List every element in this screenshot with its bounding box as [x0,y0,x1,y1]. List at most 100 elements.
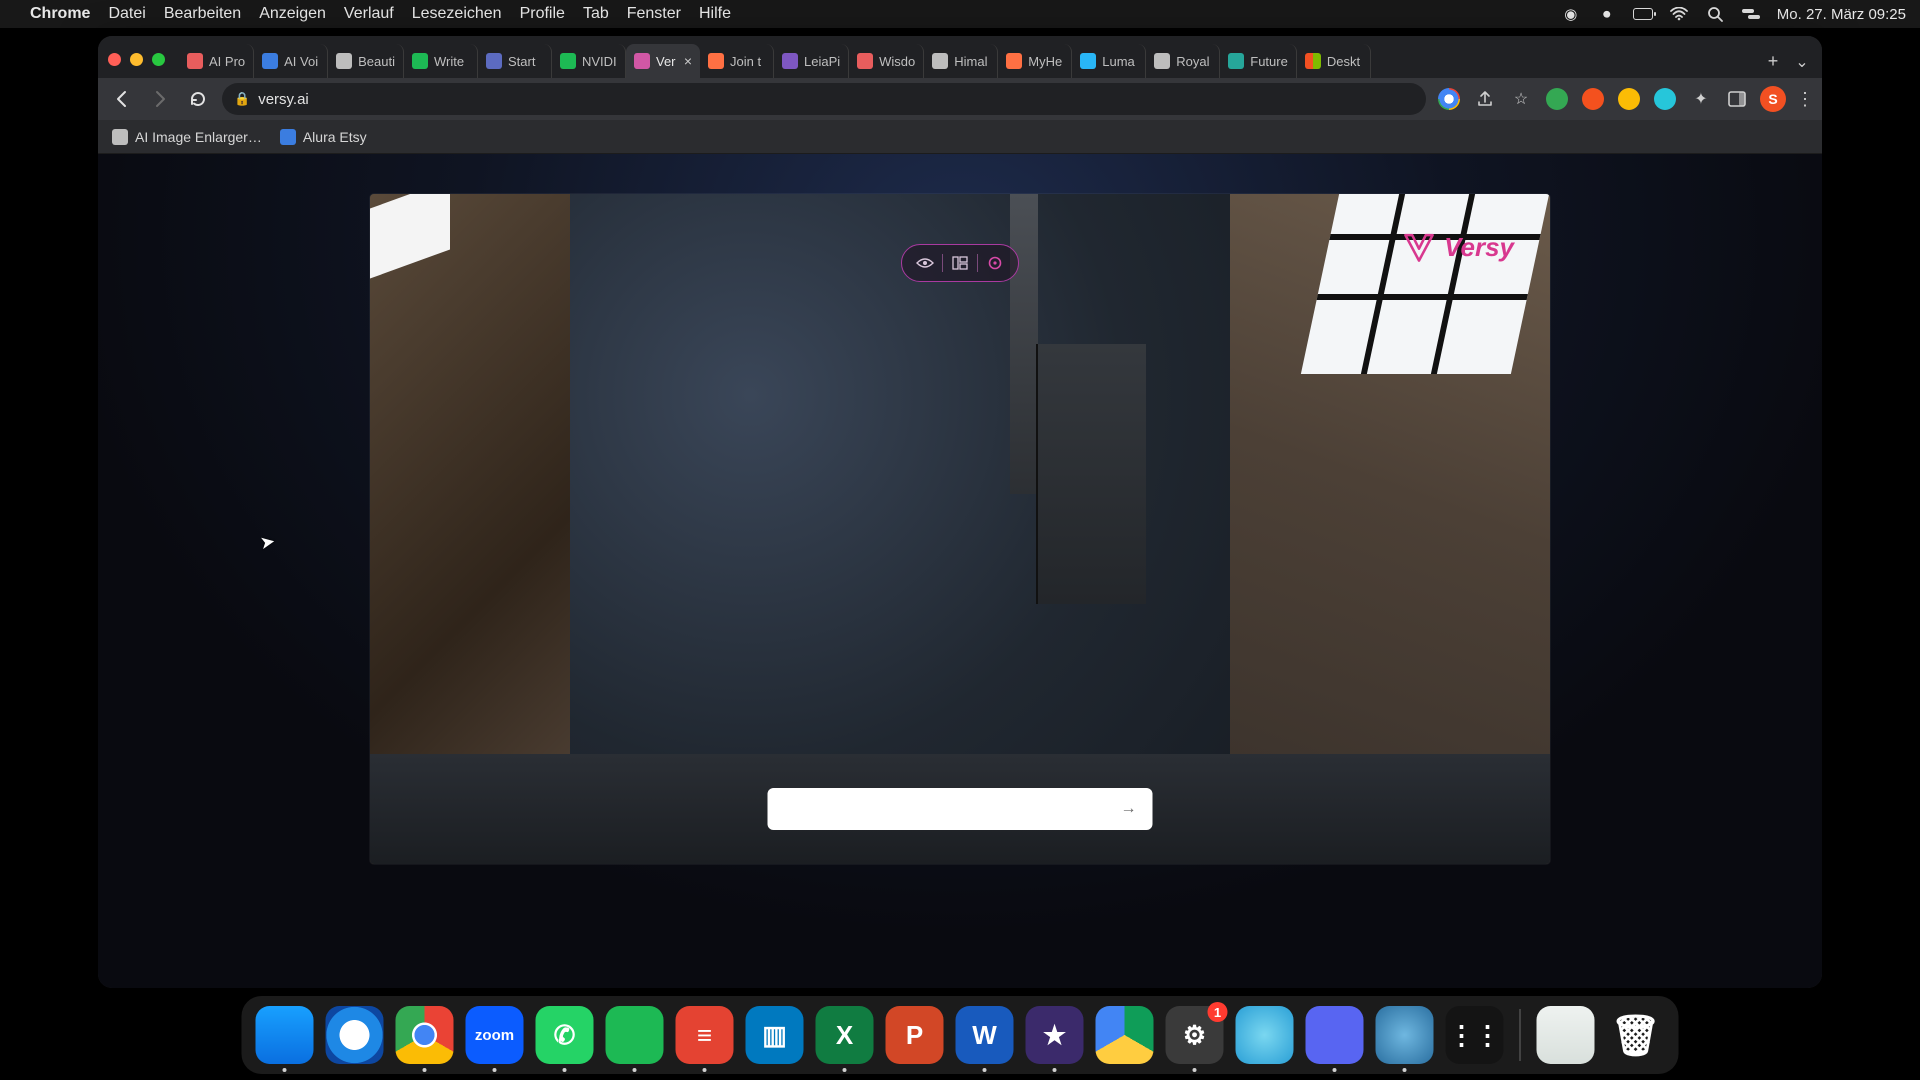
menu-tab[interactable]: Tab [583,5,609,23]
dock-app-drive[interactable] [1096,1006,1154,1064]
dock-app-whatsapp[interactable]: ✆ [536,1006,594,1064]
dock-app-word[interactable]: W [956,1006,1014,1064]
menu-profile[interactable]: Profile [520,5,565,23]
browser-tab[interactable]: Beauti [328,44,404,78]
dock-app-safari[interactable] [326,1006,384,1064]
menubar-datetime[interactable]: Mo. 27. März 09:25 [1777,6,1906,23]
prompt-bar[interactable]: → [768,788,1153,830]
window-minimize-button[interactable] [130,53,143,66]
browser-tab[interactable]: Wisdo [849,44,924,78]
dock-app-zoom[interactable]: zoom [466,1006,524,1064]
address-bar[interactable]: 🔒 versy.ai [222,83,1426,115]
dock-running-indicator [1193,1068,1197,1072]
record-status-icon[interactable]: ◉ [1561,5,1581,23]
tab-label: Beauti [358,54,395,69]
wifi-icon[interactable] [1669,5,1689,23]
chrome-menu-button[interactable]: ⋮ [1796,89,1812,110]
tab-favicon [1006,53,1022,69]
window-close-button[interactable] [108,53,121,66]
tab-favicon [708,53,724,69]
menu-datei[interactable]: Datei [108,5,145,23]
reload-button[interactable] [184,85,212,113]
dock-desktop-preview[interactable] [1537,1006,1595,1064]
menubar-app-name[interactable]: Chrome [30,5,90,23]
dock-app-siri[interactable] [1236,1006,1294,1064]
browser-tab[interactable]: NVIDI [552,44,626,78]
bookmarks-bar: AI Image Enlarger… Alura Etsy [98,120,1822,154]
prompt-submit-icon[interactable]: → [1121,800,1139,818]
browser-tab[interactable]: Himal [924,44,998,78]
extension-shield-icon[interactable] [1544,86,1570,112]
window-maximize-button[interactable] [152,53,165,66]
battery-status-icon[interactable] [1633,5,1653,23]
menu-fenster[interactable]: Fenster [627,5,681,23]
control-center-icon[interactable] [1741,5,1761,23]
browser-tab[interactable]: Start [478,44,552,78]
bookmark-ai-image-enlarger[interactable]: AI Image Enlarger… [112,129,262,145]
screen-record-icon[interactable]: ⏺ [1597,5,1617,23]
tab-favicon [1080,53,1096,69]
browser-tab[interactable]: LeiaPi [774,44,849,78]
browser-toolbar: 🔒 versy.ai ☆ ✦ S ⋮ [98,78,1822,120]
dock-app-chrome[interactable] [396,1006,454,1064]
url-text: versy.ai [258,91,309,108]
extension-yellow-icon[interactable] [1616,86,1642,112]
versy-3d-viewport[interactable]: Versy → [370,194,1550,864]
dock-app-discord[interactable] [1306,1006,1364,1064]
dock-running-indicator [843,1068,847,1072]
dock-app-quicktime[interactable] [1376,1006,1434,1064]
dock-app-imovie[interactable]: ★ [1026,1006,1084,1064]
browser-tab[interactable]: AI Pro [179,44,254,78]
dock-trash[interactable]: 🗑 [1607,1006,1665,1064]
sidepanel-icon[interactable] [1724,86,1750,112]
extensions-puzzle-icon[interactable]: ✦ [1688,86,1714,112]
tab-favicon [486,53,502,69]
dock-app-trello[interactable]: ▥ [746,1006,804,1064]
back-button[interactable] [108,85,136,113]
macos-dock: zoom✆ ≡▥XPW★ ⚙1 ⋮⋮ 🗑 [242,996,1679,1074]
viewer-layout-button[interactable] [943,249,977,277]
viewer-target-button[interactable] [978,249,1012,277]
menu-verlauf[interactable]: Verlauf [344,5,394,23]
browser-tab[interactable]: Ver× [626,44,700,78]
browser-tab[interactable]: Royal [1146,44,1220,78]
dock-running-indicator [983,1068,987,1072]
browser-tab[interactable]: Deskt [1297,44,1371,78]
dock-badge: 1 [1208,1002,1228,1022]
share-icon[interactable] [1472,86,1498,112]
browser-tab[interactable]: AI Voi [254,44,328,78]
bookmark-star-icon[interactable]: ☆ [1508,86,1534,112]
dock-app-spotify[interactable] [606,1006,664,1064]
dock-app-powerpoint[interactable]: P [886,1006,944,1064]
viewer-eye-button[interactable] [908,249,942,277]
profile-avatar[interactable]: S [1760,86,1786,112]
dock-running-indicator [1333,1068,1337,1072]
dock-app-todoist[interactable]: ≡ [676,1006,734,1064]
menu-hilfe[interactable]: Hilfe [699,5,731,23]
dock-running-indicator [423,1068,427,1072]
tab-favicon [1228,53,1244,69]
dock-app-voice-memos[interactable]: ⋮⋮ [1446,1006,1504,1064]
tab-label: Royal [1176,54,1211,69]
browser-tab[interactable]: Luma [1072,44,1146,78]
browser-tab[interactable]: Join t [700,44,774,78]
browser-tab[interactable]: Future [1220,44,1297,78]
menu-bearbeiten[interactable]: Bearbeiten [164,5,241,23]
prompt-input[interactable] [782,801,1121,818]
tab-close-icon[interactable]: × [684,53,692,69]
extension-orange-icon[interactable] [1580,86,1606,112]
dock-app-excel[interactable]: X [816,1006,874,1064]
google-lens-icon[interactable] [1436,86,1462,112]
menu-lesezeichen[interactable]: Lesezeichen [412,5,502,23]
dock-app-settings[interactable]: ⚙1 [1166,1006,1224,1064]
menu-anzeigen[interactable]: Anzeigen [259,5,326,23]
dock-app-finder[interactable] [256,1006,314,1064]
browser-tab[interactable]: MyHe [998,44,1072,78]
bookmark-alura-etsy[interactable]: Alura Etsy [280,129,367,145]
browser-tab[interactable]: Write [404,44,478,78]
tab-overflow-button[interactable]: ⌄ [1788,52,1816,72]
extension-teal-icon[interactable] [1652,86,1678,112]
forward-button[interactable] [146,85,174,113]
new-tab-button[interactable]: + [1758,46,1788,76]
spotlight-icon[interactable] [1705,5,1725,23]
